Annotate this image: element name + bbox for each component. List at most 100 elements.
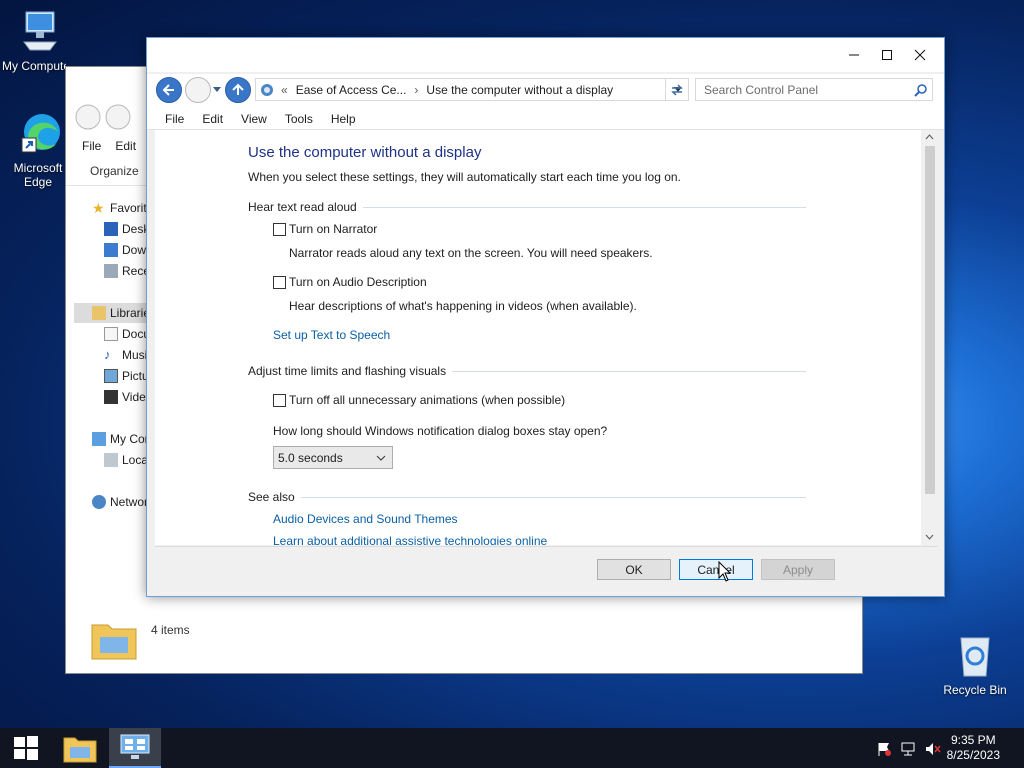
audio-description-checkbox[interactable]	[273, 276, 286, 289]
scroll-up-icon[interactable]	[925, 134, 934, 140]
nav-videos[interactable]: Videos	[104, 390, 148, 404]
nav-music[interactable]: ♪Music	[104, 348, 148, 362]
audio-description-label[interactable]: Turn on Audio Description	[289, 275, 427, 289]
animations-label[interactable]: Turn off all unnecessary animations (whe…	[289, 393, 565, 407]
library-icon	[92, 306, 106, 320]
section-adjust-time: Adjust time limits and flashing visuals	[248, 364, 812, 378]
refresh-button[interactable]	[665, 78, 687, 101]
nav-downloads[interactable]: Downloads	[104, 243, 148, 257]
assistive-tech-link[interactable]: Learn about additional assistive technol…	[273, 534, 547, 545]
cancel-button[interactable]: Cancel	[679, 559, 753, 580]
taskbar-control-panel[interactable]	[109, 728, 161, 768]
menu-help[interactable]: Help	[331, 112, 356, 126]
organize-label: Organize	[90, 164, 139, 178]
control-panel-icon	[261, 83, 273, 96]
breadcrumb-parent[interactable]: Ease of Access Ce...	[296, 83, 407, 97]
back-button[interactable]	[156, 77, 182, 103]
back-button-icon[interactable]	[74, 103, 134, 131]
desktop-icon-label: My Computer	[2, 59, 66, 73]
clock-date: 8/25/2023	[946, 748, 1000, 762]
nav-favorites[interactable]: ★Favorites	[92, 201, 148, 215]
nav-my-computer[interactable]: My Computer	[92, 432, 148, 446]
breadcrumb-separator[interactable]: ›	[414, 83, 418, 97]
explorer-menubar: File Edit	[82, 139, 136, 153]
history-dropdown-icon[interactable]	[213, 87, 221, 93]
title-bar[interactable]	[147, 38, 944, 72]
control-panel-window[interactable]: « Ease of Access Ce... › Use the compute…	[146, 37, 945, 597]
nav-local-disk[interactable]: Local Disk	[104, 453, 148, 467]
nav-recent[interactable]: Recent places	[104, 264, 148, 278]
nav-documents[interactable]: Documents	[104, 327, 148, 341]
volume-muted-icon[interactable]	[924, 741, 942, 757]
text-to-speech-link[interactable]: Set up Text to Speech	[273, 328, 390, 342]
forward-button[interactable]	[185, 77, 211, 103]
organize-button[interactable]: Organize	[90, 164, 139, 178]
refresh-icon	[670, 83, 683, 96]
animations-checkbox[interactable]	[273, 394, 286, 407]
nav-pictures[interactable]: Pictures	[104, 369, 148, 383]
menu-edit[interactable]: Edit	[202, 112, 223, 126]
section-see-also: See also	[248, 490, 812, 504]
narrator-description: Narrator reads aloud any text on the scr…	[289, 246, 653, 260]
clock[interactable]: 9:35 PM 8/25/2023	[947, 733, 1000, 763]
search-placeholder: Search Control Panel	[704, 82, 819, 97]
vertical-scrollbar[interactable]	[921, 130, 938, 545]
scrollbar-thumb[interactable]	[925, 146, 935, 494]
scroll-down-icon[interactable]	[925, 534, 934, 540]
arrow-up-icon	[232, 83, 244, 95]
ok-button[interactable]: OK	[597, 559, 671, 580]
up-button[interactable]	[225, 77, 251, 103]
network-icon[interactable]	[900, 741, 916, 757]
menu-file[interactable]: File	[165, 112, 184, 126]
notification-question: How long should Windows notification dia…	[273, 424, 608, 438]
explorer-toolbar-divider	[66, 185, 148, 186]
menu-tools[interactable]: Tools	[285, 112, 313, 126]
section-divider	[300, 496, 806, 498]
menu-edit[interactable]: Edit	[115, 139, 136, 153]
chevron-down-icon	[376, 455, 386, 461]
minimize-icon	[849, 54, 859, 56]
page-title: Use the computer without a display	[248, 144, 482, 161]
action-center-flag-icon[interactable]	[876, 741, 892, 757]
apply-button[interactable]: Apply	[761, 559, 835, 580]
dialog-footer: OK Cancel Apply	[155, 546, 938, 591]
search-input[interactable]: Search Control Panel	[695, 78, 933, 101]
menu-file[interactable]: File	[82, 139, 101, 153]
arrow-left-icon	[162, 84, 174, 96]
maximize-button[interactable]	[870, 38, 904, 72]
network-icon	[92, 495, 106, 509]
section-hear-text: Hear text read aloud	[248, 200, 812, 214]
computer-icon	[92, 432, 106, 446]
audio-devices-link[interactable]: Audio Devices and Sound Themes	[273, 512, 458, 526]
taskbar-file-explorer[interactable]	[54, 728, 106, 768]
menu-bar: File Edit View Tools Help	[147, 108, 944, 130]
nav-libraries[interactable]: Libraries	[92, 306, 148, 320]
desktop-icon-label: Recycle Bin	[943, 683, 1007, 697]
video-icon	[104, 390, 118, 404]
disk-icon	[104, 453, 118, 467]
start-button[interactable]	[0, 728, 52, 768]
address-bar[interactable]: « Ease of Access Ce... › Use the compute…	[255, 78, 689, 101]
breadcrumb-current[interactable]: Use the computer without a display	[426, 83, 613, 97]
nav-desktop[interactable]: Desktop	[104, 222, 148, 236]
nav-network[interactable]: Network	[92, 495, 148, 509]
music-icon: ♪	[104, 348, 111, 362]
section-divider	[362, 206, 806, 208]
menu-view[interactable]: View	[241, 112, 267, 126]
minimize-button[interactable]	[837, 38, 871, 72]
desktop-icon-recycle-bin[interactable]: Recycle Bin	[935, 632, 1015, 697]
page-subtitle: When you select these settings, they wil…	[248, 170, 681, 184]
edge-icon	[21, 114, 60, 153]
narrator-label[interactable]: Turn on Narrator	[289, 222, 377, 236]
search-icon[interactable]	[914, 83, 928, 97]
desktop-icon-my-computer[interactable]: My Computer	[0, 10, 80, 73]
document-icon	[104, 327, 118, 341]
notification-duration-select[interactable]: 5.0 seconds	[273, 446, 393, 469]
mouse-cursor-icon	[718, 561, 732, 582]
narrator-checkbox[interactable]	[273, 223, 286, 236]
breadcrumb-overflow[interactable]: «	[281, 83, 288, 97]
computer-icon	[23, 11, 57, 51]
close-button[interactable]	[903, 38, 937, 72]
folder-icon	[63, 737, 97, 763]
maximize-icon	[882, 50, 892, 60]
